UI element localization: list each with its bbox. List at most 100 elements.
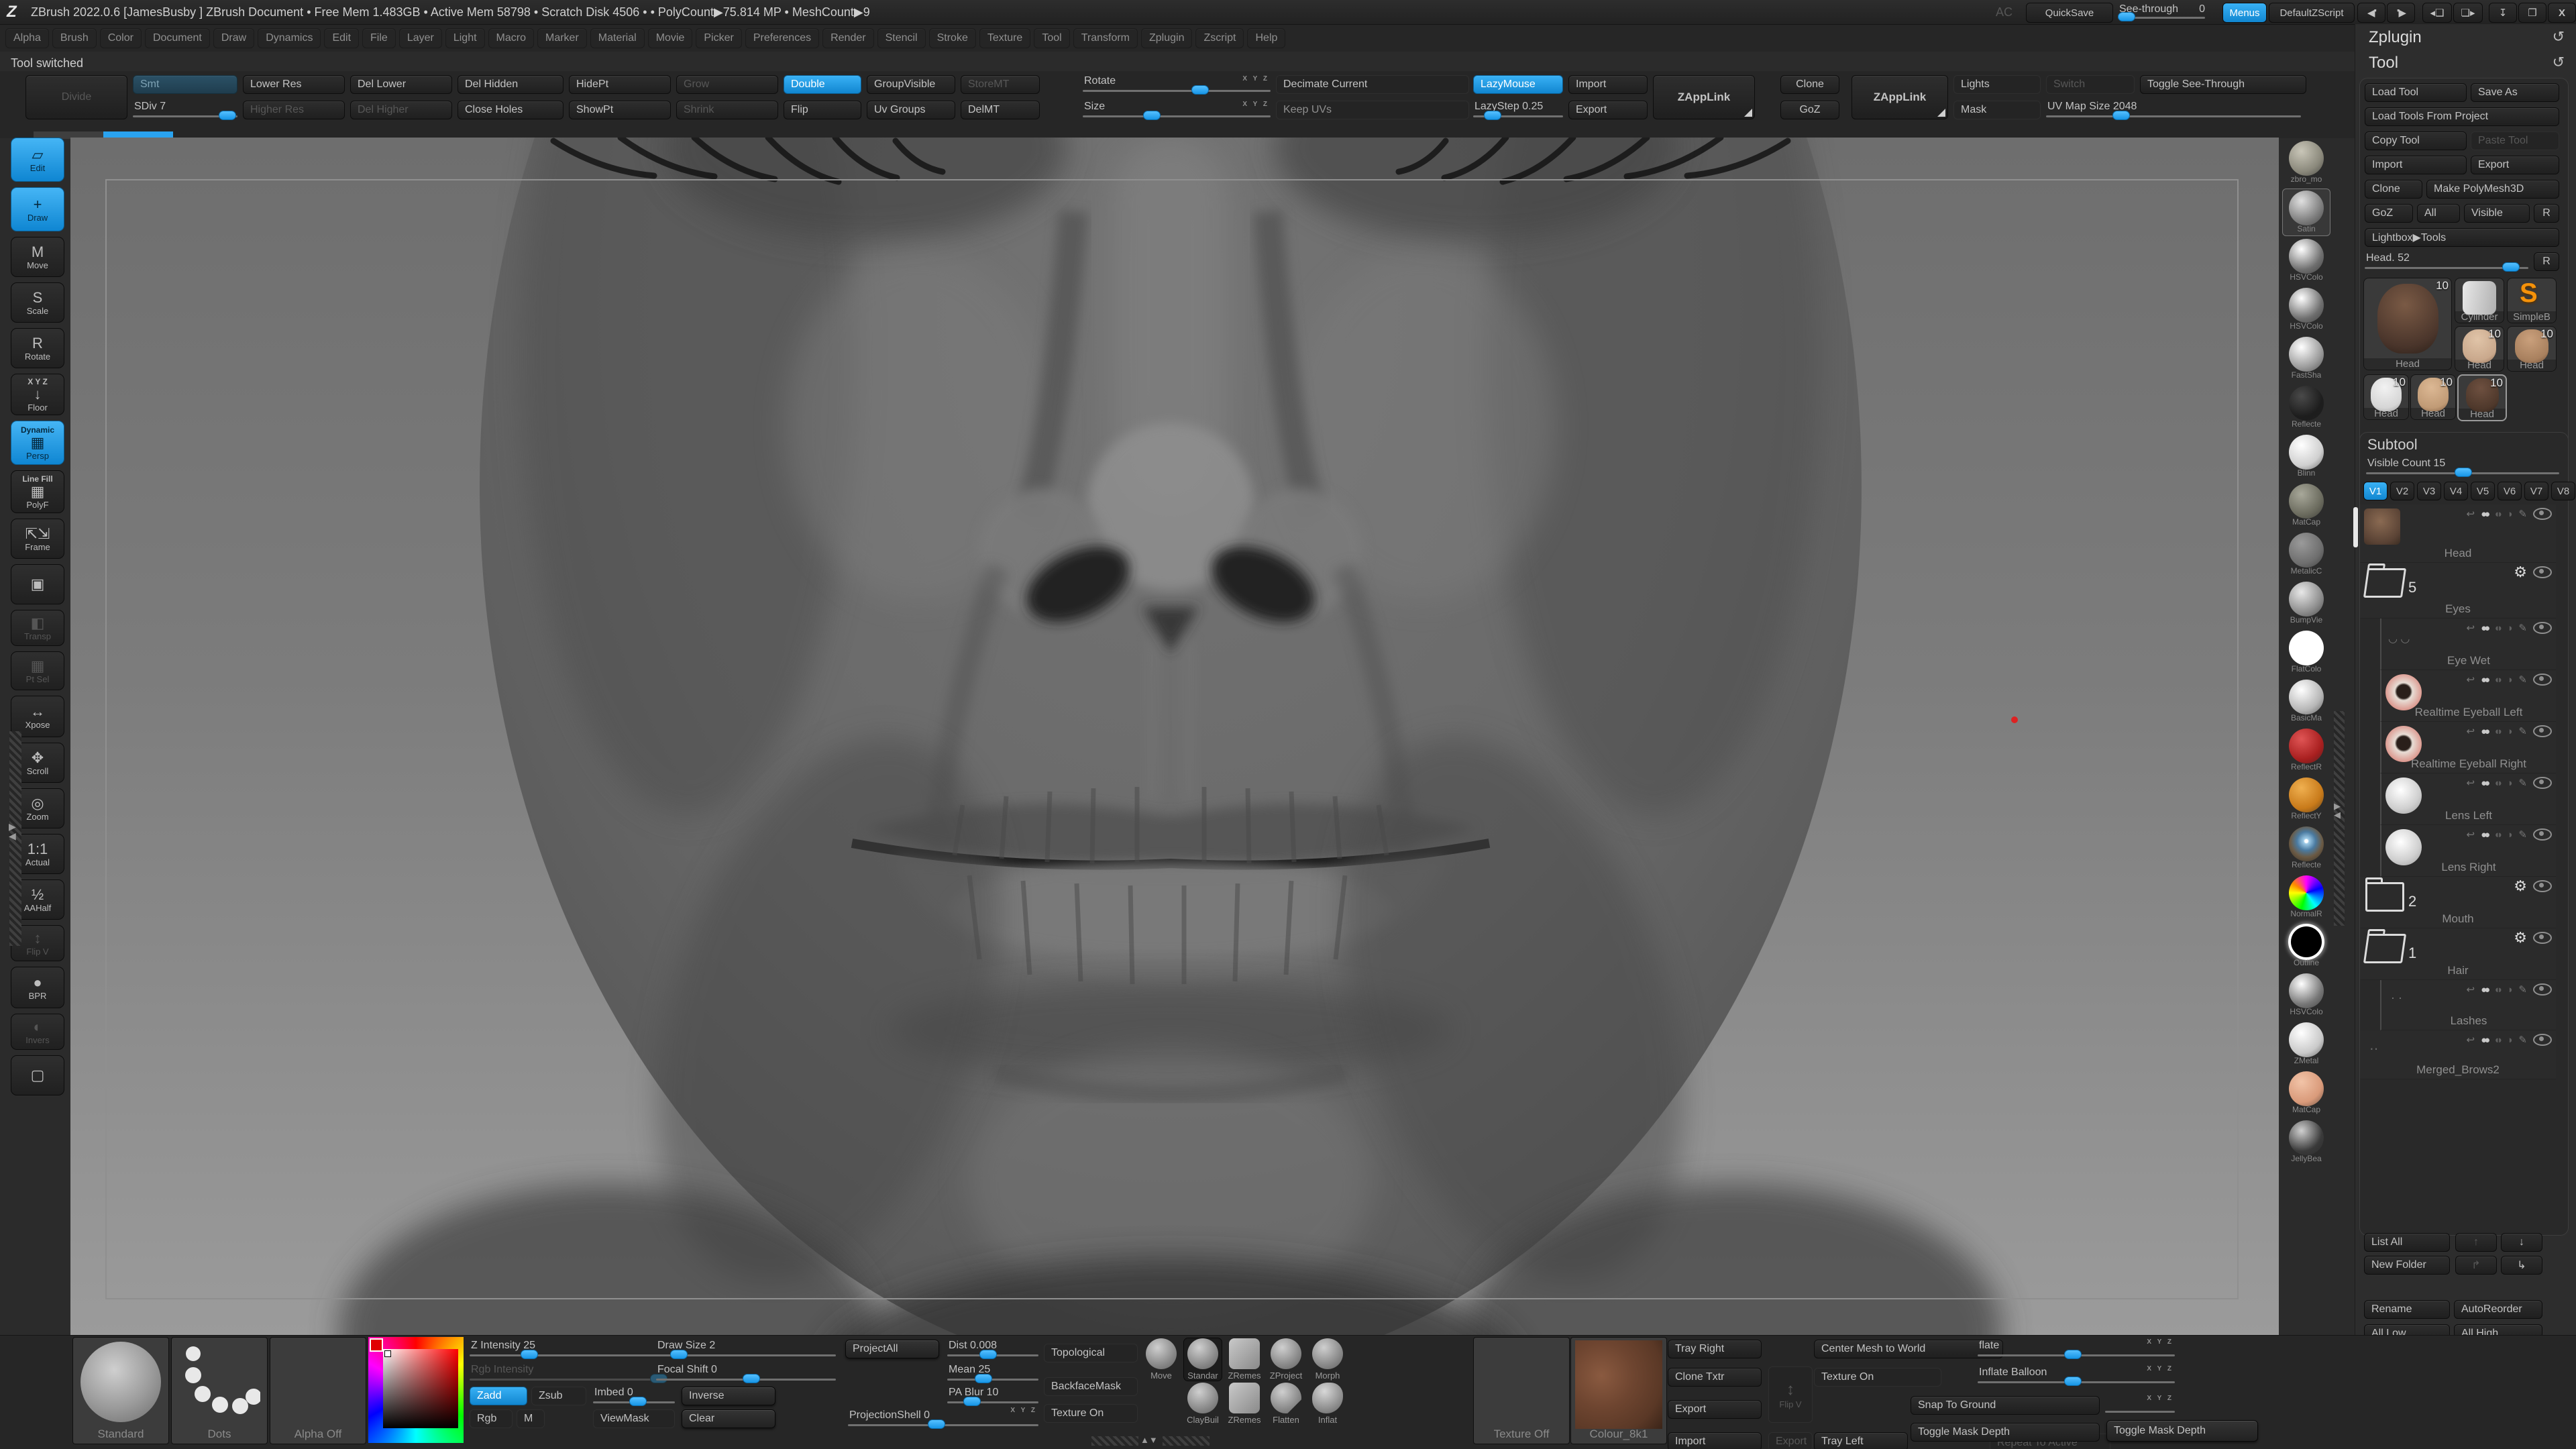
texture-on-button[interactable]: Texture On [1044, 1404, 1138, 1423]
brush-quick-icon[interactable]: Standar [1184, 1338, 1222, 1381]
visibility-pair-icon[interactable]: ●● [2481, 674, 2487, 686]
visibility-pair-icon[interactable]: ●● [2481, 726, 2487, 737]
menu-item[interactable]: Color [100, 28, 142, 48]
imbed-slider[interactable]: Imbed 0 [593, 1387, 675, 1405]
eye-icon[interactable] [2533, 674, 2552, 686]
head-r-button[interactable]: R [2534, 252, 2559, 271]
shaded-pair-icon[interactable]: ◖◗ [2493, 829, 2500, 841]
menu-item[interactable]: Material [590, 28, 645, 48]
export-texture-button[interactable]: Export [1668, 1400, 1762, 1419]
autoreorder-button[interactable]: AutoReorder [2454, 1300, 2542, 1319]
delmt-button[interactable]: DelMT [961, 101, 1040, 119]
shaded-pair-icon[interactable]: ◖◗ [2493, 777, 2500, 789]
toggle-see-through-button[interactable]: Toggle See-Through [2140, 75, 2306, 94]
brush-quick-icon[interactable]: Move [1142, 1338, 1180, 1381]
export-dim-button[interactable]: Export [1768, 1432, 1813, 1449]
shaded-pair-icon[interactable]: ◖◗ [2493, 984, 2500, 996]
move-up-button[interactable]: ↑ [2455, 1233, 2497, 1252]
material-swatch[interactable]: zbro_mo [2282, 140, 2330, 187]
viewmask-button[interactable]: ViewMask [593, 1409, 675, 1428]
sculpt-brush-icon[interactable]: ✎ [2518, 777, 2527, 789]
menus-toggle[interactable]: Menus [2222, 3, 2267, 23]
rgb-intensity-slider[interactable]: Rgb Intensity [470, 1364, 665, 1383]
subtool-row[interactable]: ↩●●◖◗◑✎ Lens Right [2380, 825, 2556, 877]
menu-item[interactable]: Marker [537, 28, 587, 48]
tool-thumbnail-head-selected[interactable]: 10 Head [2457, 374, 2507, 421]
eye-icon[interactable] [2533, 725, 2552, 737]
divide-button[interactable]: Divide [25, 75, 127, 119]
lazystep-slider[interactable]: LazyStep 0.25 [1473, 101, 1563, 119]
subtool-tab[interactable]: V2 [2390, 482, 2414, 500]
tool-thumbnail-head[interactable]: 10 Head [2507, 326, 2557, 372]
quicksave-button[interactable]: QuickSave [2026, 3, 2113, 23]
size-slider[interactable]: Size X Y Z [1083, 101, 1271, 119]
subtool-row[interactable]: 2 ⚙ Mouth [2360, 877, 2556, 928]
tray-right-button[interactable]: Tray Right [1668, 1340, 1762, 1358]
contrast-icon[interactable]: ◑ [2506, 1034, 2512, 1046]
keep-uvs-button[interactable]: Keep UVs [1276, 101, 1469, 119]
zplugin-refresh-icon[interactable]: ↺ [2553, 28, 2565, 46]
higher-res-button[interactable]: Higher Res [243, 101, 345, 119]
move-down-button[interactable]: ↓ [2501, 1233, 2542, 1252]
brush-quick-icon[interactable]: Inflat [1309, 1383, 1346, 1425]
subtool-row[interactable]: ↩●●◖◗◑✎ Lashes [2380, 980, 2556, 1030]
material-swatch[interactable]: BasicMa [2282, 678, 2330, 726]
material-swatch[interactable]: Outline [2282, 923, 2330, 971]
draw-size-slider[interactable]: Draw Size 2 [656, 1340, 836, 1358]
dist-slider[interactable]: Dist 0.008 [947, 1340, 1038, 1358]
contrast-icon[interactable]: ◑ [2506, 623, 2512, 634]
tool-button[interactable]: ◧ Transp [11, 610, 64, 646]
visibility-pair-icon[interactable]: ●● [2481, 829, 2487, 841]
clone-tool-button[interactable]: Clone [2365, 180, 2422, 199]
goz-all-button[interactable]: All [2417, 204, 2460, 223]
tool-button[interactable]: Dynamic ▦ Persp [11, 421, 64, 465]
canvas-scroll-arrows-icon[interactable]: ▲▼ [1140, 1435, 1158, 1445]
stroke-thumbnail-dots[interactable]: Dots [171, 1337, 268, 1444]
visible-count-slider[interactable]: Visible Count 15 [2366, 458, 2559, 476]
focal-shift-slider[interactable]: Focal Shift 0 [656, 1364, 836, 1383]
tool-button[interactable]: ▦ Pt Sel [11, 651, 64, 690]
eye-icon[interactable] [2533, 1034, 2552, 1046]
export-tool-button[interactable]: Export [2471, 156, 2559, 174]
menu-item[interactable]: Transform [1073, 28, 1138, 48]
material-swatch[interactable]: FastSha [2282, 335, 2330, 383]
document-canvas[interactable] [70, 138, 2279, 1335]
tool-refresh-icon[interactable]: ↺ [2553, 54, 2565, 71]
tray-left-button[interactable]: Tray Left [1814, 1432, 1908, 1449]
make-polymesh3d-button[interactable]: Make PolyMesh3D [2426, 180, 2559, 199]
flip-v-button[interactable]: ↕Flip V [1768, 1366, 1813, 1423]
canvas-scroll-right[interactable] [1163, 1436, 1210, 1446]
close-icon[interactable]: X [2548, 3, 2576, 23]
tool-button[interactable]: ▱ Edit [11, 138, 64, 182]
import-tool-button[interactable]: Import [2365, 156, 2467, 174]
eye-icon[interactable] [2533, 508, 2552, 520]
subtool-row[interactable]: 1 ⚙ Hair [2360, 928, 2556, 980]
material-swatch[interactable]: JellyBea [2282, 1119, 2330, 1167]
texture-thumbnail-off[interactable]: Texture Off [1473, 1337, 1570, 1444]
polyframe-arrow-icon[interactable]: ↩ [2467, 983, 2475, 996]
uv-groups-button[interactable]: Uv Groups [867, 101, 955, 119]
tool-button[interactable]: M Move [11, 237, 64, 277]
clone-txtr-button[interactable]: Clone Txtr [1668, 1368, 1762, 1387]
contrast-icon[interactable]: ◑ [2506, 829, 2512, 841]
gear-icon[interactable]: ⚙ [2514, 933, 2527, 943]
rgb-button[interactable]: Rgb [470, 1409, 513, 1428]
save-as-button[interactable]: Save As [2471, 83, 2559, 102]
restore-icon[interactable]: ❐ [2518, 3, 2546, 23]
polyframe-arrow-icon[interactable]: ↩ [2467, 508, 2475, 520]
subtool-header[interactable]: Subtool [2367, 436, 2418, 453]
subtool-tab[interactable]: V1 [2363, 482, 2387, 500]
material-swatch[interactable]: ReflectY [2282, 776, 2330, 824]
lightbox-tools-button[interactable]: Lightbox▶Tools [2365, 228, 2559, 247]
subtool-row[interactable]: ↩●●◖◗◑✎ Realtime Eyeball Right [2380, 722, 2556, 773]
menu-item[interactable]: Picker [696, 28, 741, 48]
material-swatch[interactable]: MatCap [2282, 1070, 2330, 1118]
shaded-pair-icon[interactable]: ◖◗ [2493, 726, 2500, 737]
menu-item[interactable]: Stroke [929, 28, 976, 48]
brush-quick-icon[interactable]: Morph [1309, 1338, 1346, 1381]
subtool-row[interactable]: ↩●●◖◗◑✎ Merged_Brows2 [2360, 1030, 2556, 1079]
load-tools-from-project-button[interactable]: Load Tools From Project [2365, 107, 2559, 126]
polyframe-arrow-icon[interactable]: ↩ [2467, 777, 2475, 789]
shaded-pair-icon[interactable]: ◖◗ [2493, 508, 2500, 520]
eye-icon[interactable] [2533, 983, 2552, 996]
